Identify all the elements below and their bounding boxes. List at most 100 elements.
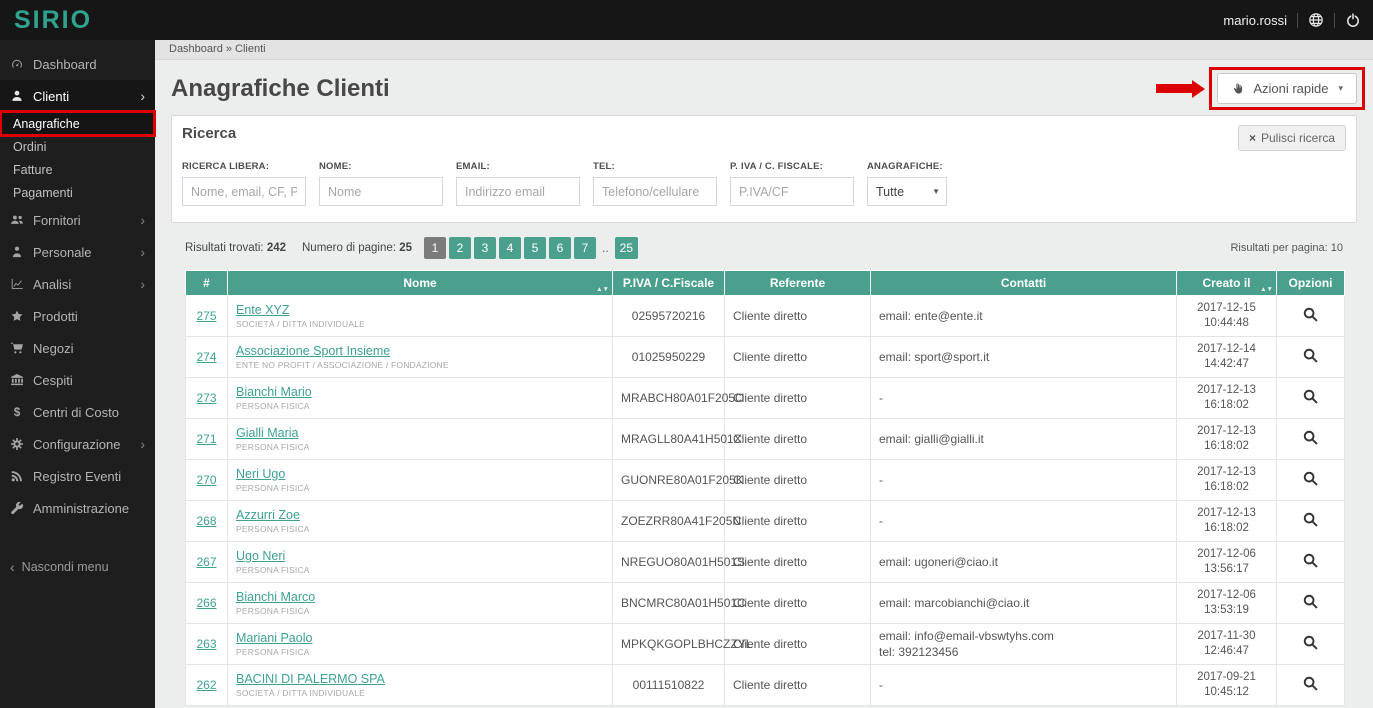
results-found-label: Risultati trovati: (185, 242, 264, 254)
table-row: 273 Bianchi Mario PERSONA FISICA MRABCH80… (185, 377, 1345, 419)
search-field-nome: NOME: (319, 161, 443, 206)
pagination-page-6[interactable]: 6 (548, 237, 571, 259)
view-client-button[interactable] (1302, 511, 1319, 528)
sidebar-item-configurazione[interactable]: Configurazione › (0, 428, 155, 460)
view-client-button[interactable] (1302, 306, 1319, 323)
view-client-button[interactable] (1302, 593, 1319, 610)
client-name-link[interactable]: Ente XYZ (236, 303, 290, 317)
power-icon[interactable] (1345, 12, 1361, 28)
anagrafiche-select[interactable]: Tutte ▼ (867, 177, 947, 206)
row-id-link[interactable]: 275 (196, 309, 216, 323)
client-name-link[interactable]: Bianchi Mario (236, 385, 312, 399)
sidebar-item-amministrazione[interactable]: Amministrazione (0, 492, 155, 524)
referente: Cliente diretto (724, 418, 871, 460)
pagination-page-3[interactable]: 3 (473, 237, 496, 259)
view-client-button[interactable] (1302, 347, 1319, 364)
created-at: 2017-12-06 13:53:19 (1176, 582, 1277, 624)
rss-icon (10, 469, 24, 483)
contacts: email: ugoneri@ciao.it (870, 541, 1177, 583)
view-client-button[interactable] (1302, 470, 1319, 487)
sort-arrows-icon[interactable]: ▲▼ (1260, 286, 1273, 294)
tel-input[interactable] (593, 177, 717, 206)
client-name-link[interactable]: Associazione Sport Insieme (236, 344, 390, 358)
chevron-right-icon: › (140, 276, 145, 292)
client-name-link[interactable]: Neri Ugo (236, 467, 285, 481)
column-header-nome[interactable]: Nome ▲▼ (227, 270, 613, 296)
sidebar-subitem-ordini[interactable]: Ordini (0, 135, 155, 158)
client-name-link[interactable]: Gialli Maria (236, 426, 299, 440)
fiscal-code: NREGUO80A01H501S (612, 541, 745, 583)
email-input[interactable] (456, 177, 580, 206)
hide-menu-button[interactable]: ‹ Nascondi menu (0, 554, 155, 580)
client-name-link[interactable]: Azzurri Zoe (236, 508, 300, 522)
username[interactable]: mario.rossi (1223, 13, 1287, 28)
pagination-page-5[interactable]: 5 (523, 237, 546, 259)
fiscal-code: BNCMRC80A01H501C (612, 582, 746, 624)
view-client-button[interactable] (1302, 429, 1319, 446)
sidebar-item-negozi[interactable]: Negozi (0, 332, 155, 364)
wrench-icon (10, 501, 24, 515)
breadcrumb: Dashboard » Clienti (155, 40, 1373, 60)
nome-input[interactable] (319, 177, 443, 206)
view-client-button[interactable] (1302, 675, 1319, 692)
sidebar-item-clienti[interactable]: Clienti › (0, 80, 155, 112)
sort-arrows-icon[interactable]: ▲▼ (596, 286, 609, 294)
pagination-page-4[interactable]: 4 (498, 237, 521, 259)
search-field-email: EMAIL: (456, 161, 580, 206)
pagination-page-7[interactable]: 7 (573, 237, 596, 259)
page-title: Anagrafiche Clienti (171, 74, 390, 102)
sidebar-item-registro-eventi[interactable]: Registro Eventi (0, 460, 155, 492)
client-name-link[interactable]: Bianchi Marco (236, 590, 315, 604)
row-id-link[interactable]: 274 (196, 350, 216, 364)
p-iva-c-fiscale-input[interactable] (730, 177, 854, 206)
sidebar-item-centri-di-costo[interactable]: $ Centri di Costo (0, 396, 155, 428)
referente: Cliente diretto (724, 541, 871, 583)
view-client-button[interactable] (1302, 388, 1319, 405)
sidebar-subitem-pagamenti[interactable]: Pagamenti (0, 181, 155, 204)
clear-search-button[interactable]: × Pulisci ricerca (1237, 125, 1346, 151)
quick-actions-button[interactable]: Azioni rapide ▾ (1217, 73, 1357, 104)
pagination-page-25[interactable]: 25 (614, 237, 639, 259)
pagination-page-2[interactable]: 2 (448, 237, 471, 259)
sidebar-subitem-fatture[interactable]: Fatture (0, 158, 155, 181)
pagination-page-1[interactable]: 1 (423, 237, 446, 259)
app-logo[interactable]: SIRIO (0, 6, 155, 35)
column-header-creato-il[interactable]: Creato il ▲▼ (1176, 270, 1277, 296)
row-id-link[interactable]: 273 (196, 391, 216, 405)
sidebar-item-cespiti[interactable]: Cespiti (0, 364, 155, 396)
globe-icon[interactable] (1308, 12, 1324, 28)
sidebar-item-prodotti[interactable]: Prodotti (0, 300, 155, 332)
referente: Cliente diretto (724, 582, 871, 624)
sidebar-item-personale[interactable]: Personale › (0, 236, 155, 268)
sidebar-item-fornitori[interactable]: Fornitori › (0, 204, 155, 236)
ricerca-libera-input[interactable] (182, 177, 306, 206)
referente: Cliente diretto (724, 377, 871, 419)
table-row: 274 Associazione Sport Insieme ENTE NO PR… (185, 336, 1345, 378)
row-id-link[interactable]: 262 (196, 678, 216, 692)
sidebar-item-dashboard[interactable]: Dashboard (0, 48, 155, 80)
main-content: Dashboard » Clienti Anagrafiche Clienti … (155, 40, 1373, 708)
contacts: - (870, 459, 1177, 501)
row-id-link[interactable]: 266 (196, 596, 216, 610)
client-name-link[interactable]: Mariani Paolo (236, 631, 312, 645)
sidebar-subitem-anagrafiche[interactable]: Anagrafiche (0, 112, 155, 135)
column-header-p-iva-c-fiscale: P.IVA / C.Fiscale (612, 270, 725, 296)
view-client-button[interactable] (1302, 634, 1319, 651)
table-row: 266 Bianchi Marco PERSONA FISICA BNCMRC80… (185, 582, 1345, 624)
row-id-link[interactable]: 268 (196, 514, 216, 528)
client-name-link[interactable]: Ugo Neri (236, 549, 285, 563)
chart-icon (10, 277, 24, 291)
row-id-link[interactable]: 267 (196, 555, 216, 569)
users-icon (10, 213, 24, 227)
view-client-button[interactable] (1302, 552, 1319, 569)
gear-icon (10, 437, 24, 451)
contacts: - (870, 377, 1177, 419)
row-id-link[interactable]: 271 (196, 432, 216, 446)
row-id-link[interactable]: 270 (196, 473, 216, 487)
search-field-p-iva-c-fiscale: P. IVA / C. FISCALE: (730, 161, 854, 206)
client-name-link[interactable]: BACINI DI PALERMO SPA (236, 672, 385, 686)
row-id-link[interactable]: 263 (196, 637, 216, 651)
dashboard-icon (10, 57, 24, 71)
sidebar-item-analisi[interactable]: Analisi › (0, 268, 155, 300)
clients-table: # Nome ▲▼ P.IVA / C.Fiscale Referente Contatt… (185, 270, 1345, 707)
